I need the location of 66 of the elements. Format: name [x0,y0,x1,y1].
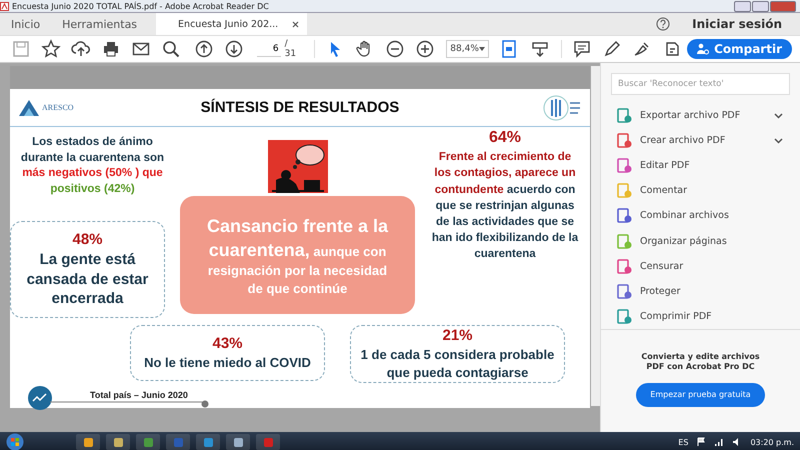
stat-text: No le tiene miedo al COVID [144,354,311,372]
tab[interactable]: Inicio [0,13,52,35]
slide-title: SÍNTESIS DE RESULTADOS [200,99,400,116]
tab[interactable]: Herramientas [51,13,148,35]
start-button[interactable] [6,433,24,450]
zoom-out-icon[interactable] [385,39,406,59]
tool-item[interactable]: Comentar [607,178,793,204]
tool-item[interactable]: Crear archivo PDF [607,128,793,154]
clock-text[interactable]: 03:20 p.m. [750,438,794,446]
percentage-text: 48% [72,231,103,248]
tool-item[interactable]: Proteger [607,278,793,304]
tool-item[interactable]: Censurar [607,254,793,279]
window-title: Encuesta Junio 2020 TOTAL PAÍS.pdf - Adobe Acrobat Reader DC [12,2,269,10]
help-icon[interactable] [656,17,670,31]
tool-item[interactable]: Editar PDF [607,153,793,178]
caret-icon [478,47,485,51]
taskbar-app-icon[interactable] [226,434,250,450]
taskbar-app-icon[interactable] [76,434,100,450]
free-trial-button[interactable]: Empezar prueba gratuita [636,382,765,407]
chevron-down-icon[interactable] [774,112,783,119]
taskbar-app-icon[interactable] [106,434,130,450]
logo-text: ARESCO [42,103,74,112]
footer-text: Total país – Junio 2020 [90,390,189,400]
stat-text: 1 de cada 5 considera probable que pueda contagiarse [360,346,556,382]
tired-person-illustration [268,140,328,194]
signal-icon[interactable] [714,437,724,447]
page-number-field[interactable]: 6 [256,42,281,56]
promo-text: Convierta y edite archivos PDF con Acrobat Pro DC [640,352,761,373]
highlight-text: Cansancio frente a la cuarentena, aunque con resignación por la necesidad de que continúe [206,214,390,298]
close-icon[interactable] [292,20,300,28]
research-logo-icon [542,94,582,122]
chevron-down-icon[interactable] [774,138,783,144]
agreement-text: Frente al crecimiento de los contagios, aparece un contundente acuerdo con que se restrinjan algunas de las actividades que se han ido flexibilizando de la cuarentena [430,150,580,262]
taskbar-app-icon[interactable] [136,434,160,450]
language-indicator[interactable]: ES [678,438,688,446]
percentage-text: 43% [212,334,243,352]
mood-summary-text: Los estados de ánimo durante la cuarentena son más negativos (50% ) que positivos (42%) [20,135,166,197]
maximize-button[interactable] [752,0,769,12]
minimize-button[interactable] [734,0,751,12]
zoom-in-icon[interactable] [415,39,436,59]
percentage-text: 21% [442,327,473,344]
search-icon[interactable] [161,39,181,59]
scroll-bar[interactable] [591,66,600,406]
page-total: / 31 [284,39,296,59]
zoom-dropdown[interactable]: 88,4% [446,40,489,58]
percentage-text: 64% [488,129,522,148]
sign-in-button[interactable]: Iniciar sesión [686,16,788,32]
stat-text: La gente está cansada de estar encerrada [26,250,150,309]
tool-item[interactable]: Organizar páginas [607,228,793,254]
comment-icon[interactable] [572,39,592,59]
tab[interactable]: Encuesta Junio 202... [156,13,308,35]
taskbar-app-icon[interactable] [196,434,220,450]
tool-item[interactable]: Combinar archivos [607,203,793,229]
star-icon[interactable] [41,39,61,59]
cloud-upload-icon[interactable] [71,39,91,59]
pen-icon[interactable] [602,39,622,59]
search-field[interactable]: Buscar 'Reconocer texto' [611,73,790,95]
close-button[interactable] [770,0,796,12]
tool-item[interactable]: Comprimir PDF [607,304,793,329]
triangle-logo-icon [18,98,40,117]
tool-item[interactable]: Exportar archivo PDF [607,103,793,128]
printer-icon[interactable] [101,39,121,59]
pdf-app-icon [0,2,9,10]
flag-icon[interactable] [696,437,706,447]
share-button[interactable]: Compartir [687,39,792,59]
person-icon [697,43,710,55]
